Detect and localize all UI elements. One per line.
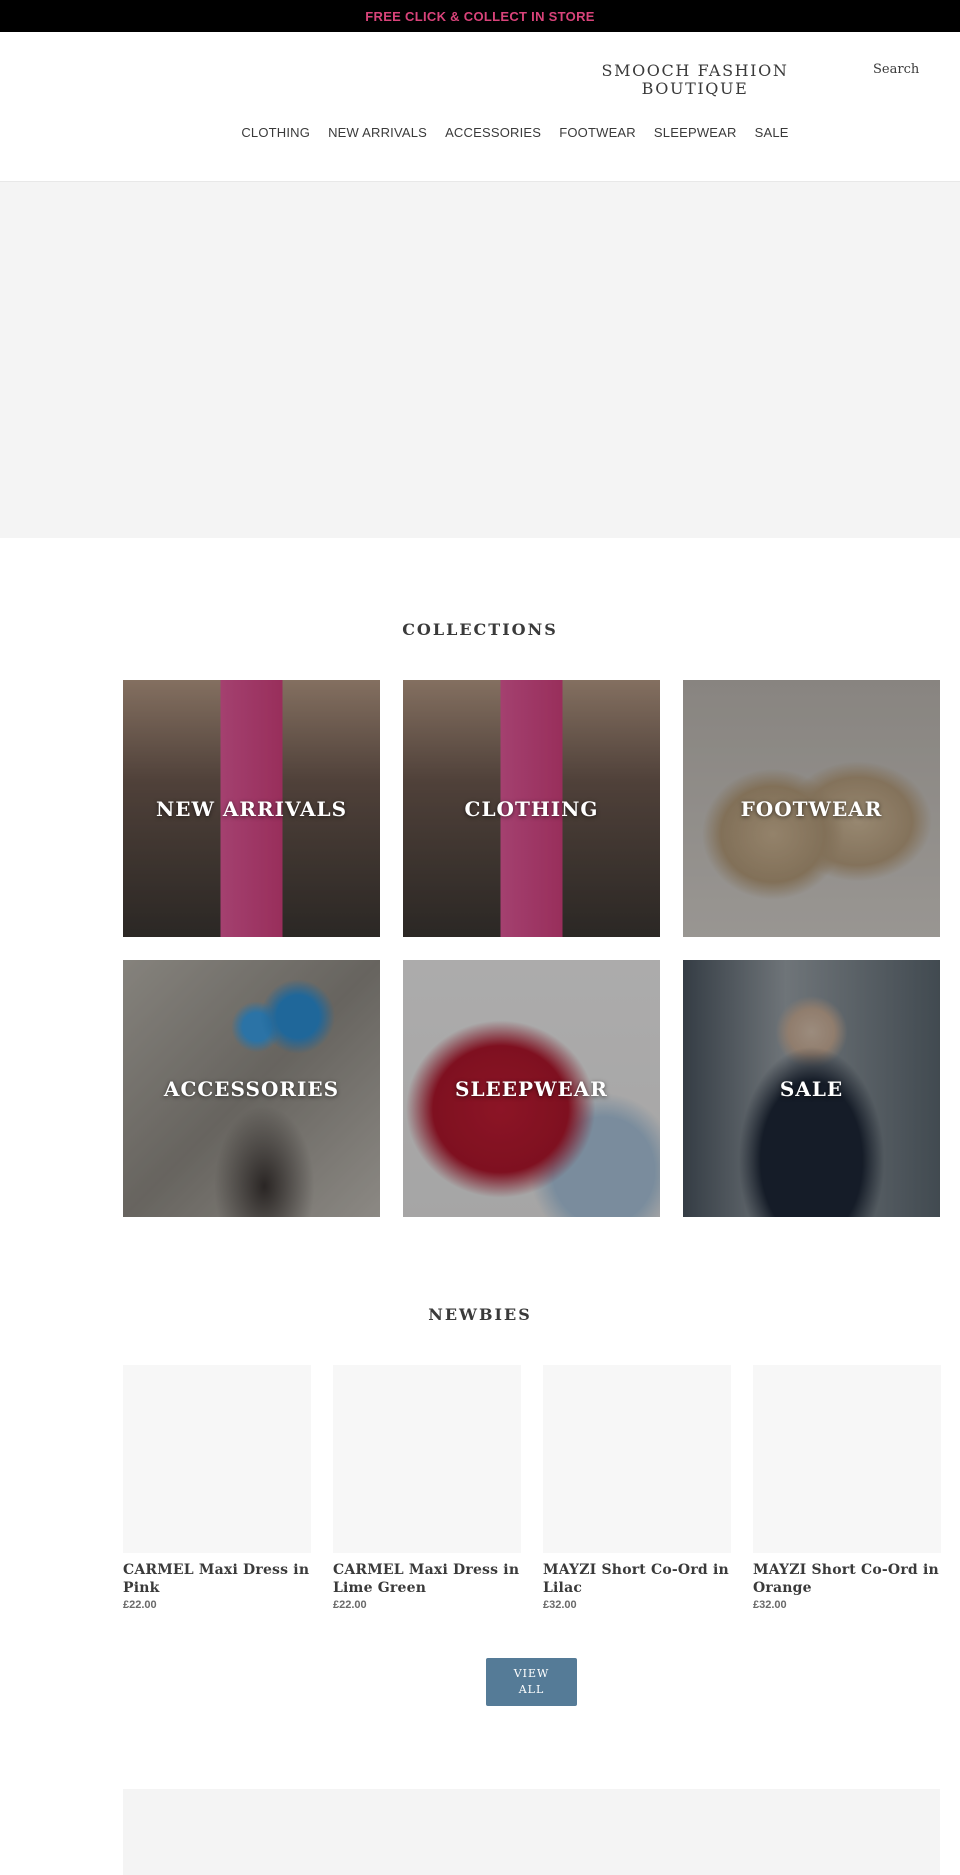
product-card[interactable]: MAYZI Short Co-Ord in Lilac £32.00 [543,1365,731,1611]
product-image-placeholder[interactable] [543,1365,731,1553]
product-price: £32.00 [753,1599,787,1611]
collections-title: COLLECTIONS [402,620,558,639]
collection-label: NEW ARRIVALS [155,796,348,821]
collection-tile-new-arrivals[interactable]: NEW ARRIVALS [123,680,380,937]
product-card[interactable]: MAYZI Short Co-Ord in Orange £32.00 [753,1365,941,1611]
collection-tile-accessories[interactable]: ACCESSORIES [123,960,380,1217]
product-price: £22.00 [123,1599,157,1611]
view-all-button[interactable]: VIEW ALL [486,1658,577,1706]
product-name[interactable]: MAYZI Short Co-Ord in Lilac [543,1561,731,1597]
collection-label: SALE [779,1076,844,1101]
nav-item-accessories[interactable]: ACCESSORIES [436,125,550,140]
product-card[interactable]: CARMEL Maxi Dress in Pink £22.00 [123,1365,311,1611]
collection-label: FOOTWEAR [740,796,883,821]
product-image-placeholder[interactable] [123,1365,311,1553]
product-name[interactable]: CARMEL Maxi Dress in Pink [123,1561,311,1597]
collection-label: ACCESSORIES [163,1076,340,1101]
hero-banner [0,182,960,538]
product-image-placeholder[interactable] [753,1365,941,1553]
collection-tile-footwear[interactable]: FOOTWEAR [683,680,940,937]
featured-block-placeholder [123,1789,940,1875]
nav-item-footwear[interactable]: FOOTWEAR [550,125,645,140]
collection-label: SLEEPWEAR [455,1076,608,1101]
product-image-placeholder[interactable] [333,1365,521,1553]
product-name[interactable]: MAYZI Short Co-Ord in Orange [753,1561,941,1597]
product-price: £32.00 [543,1599,577,1611]
nav-item-sale[interactable]: SALE [746,125,798,140]
nav-item-clothing[interactable]: CLOTHING [232,125,319,140]
nav-item-sleepwear[interactable]: SLEEPWEAR [645,125,746,140]
newbies-title: NEWBIES [428,1305,532,1324]
announcement-text[interactable]: FREE CLICK & COLLECT IN STORE [365,9,594,24]
site-header: SMOOCH FASHION BOUTIQUE Search CLOTHING … [0,32,960,182]
product-card[interactable]: CARMEL Maxi Dress in Lime Green £22.00 [333,1365,521,1611]
nav-item-new-arrivals[interactable]: NEW ARRIVALS [319,125,436,140]
site-logo[interactable]: SMOOCH FASHION BOUTIQUE [590,62,800,98]
search-link[interactable]: Search [873,62,919,77]
collection-tile-sale[interactable]: SALE [683,960,940,1217]
collection-tile-clothing[interactable]: CLOTHING [403,680,660,937]
announcement-bar: FREE CLICK & COLLECT IN STORE [0,0,960,32]
product-price: £22.00 [333,1599,367,1611]
collection-label: CLOTHING [464,796,599,821]
product-name[interactable]: CARMEL Maxi Dress in Lime Green [333,1561,521,1597]
main-nav: CLOTHING NEW ARRIVALS ACCESSORIES FOOTWE… [0,125,960,140]
collection-tile-sleepwear[interactable]: SLEEPWEAR [403,960,660,1217]
